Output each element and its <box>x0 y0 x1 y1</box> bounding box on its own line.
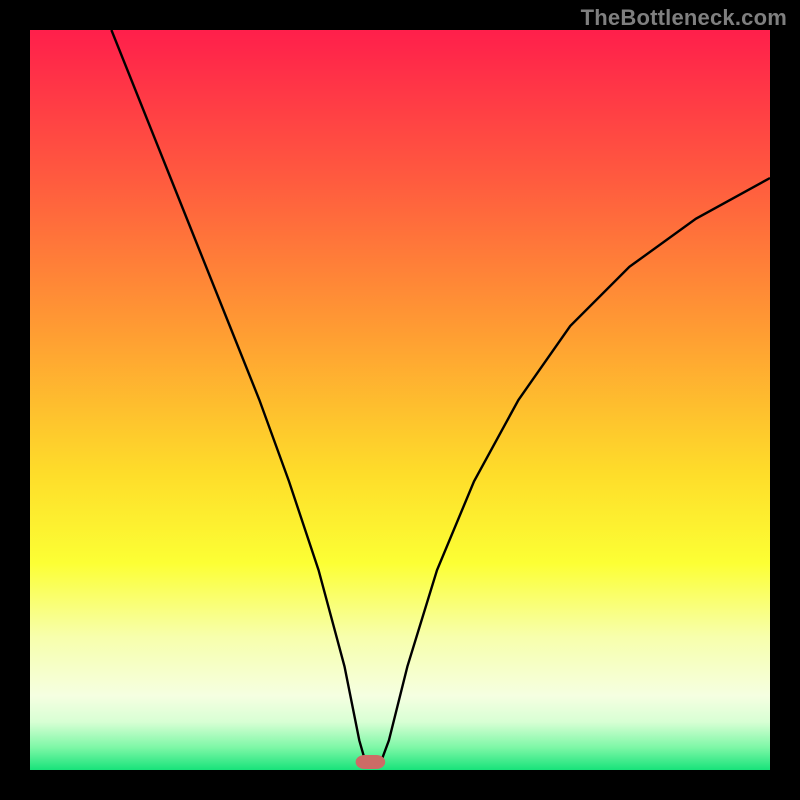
chart-frame <box>30 30 770 770</box>
notch-marker <box>356 755 386 769</box>
gradient-background <box>30 30 770 770</box>
watermark-text: TheBottleneck.com <box>581 5 787 31</box>
bottleneck-chart <box>30 30 770 770</box>
